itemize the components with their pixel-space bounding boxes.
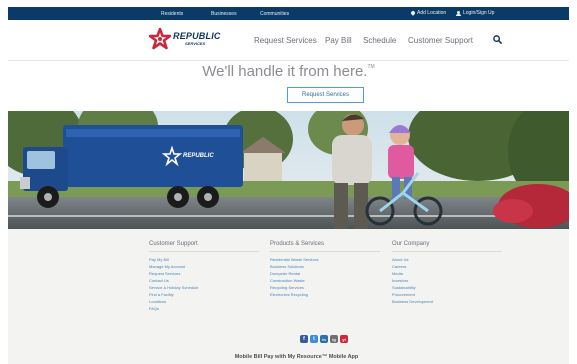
footer-link[interactable]: Locations bbox=[149, 298, 259, 305]
footer-column-our-company: Our Company About Us Careers Media Inves… bbox=[392, 241, 502, 305]
topbar-link-residents[interactable]: Residents bbox=[161, 11, 183, 17]
instagram-icon[interactable]: ig bbox=[330, 335, 338, 343]
footer-link[interactable]: Service & Holiday Schedule bbox=[149, 284, 259, 291]
top-bar: Residents Businesses Communities Add Loc… bbox=[8, 7, 569, 20]
footer-link[interactable]: Recycling Services bbox=[270, 284, 380, 291]
linkedin-icon[interactable]: in bbox=[320, 335, 328, 343]
footer-link[interactable]: Electronics Recycling bbox=[270, 291, 380, 298]
tagline-text: We'll handle it from here. bbox=[202, 63, 368, 80]
footer-link[interactable]: About Us bbox=[392, 256, 502, 263]
nav-customer-support[interactable]: Customer Support bbox=[408, 36, 473, 45]
footer-link[interactable]: Media bbox=[392, 270, 502, 277]
request-services-button[interactable]: Request Services bbox=[287, 87, 364, 103]
footer-link[interactable]: Manage My Account bbox=[149, 263, 259, 270]
hero-scene: REPUBLIC bbox=[8, 111, 569, 229]
nav-schedule[interactable]: Schedule bbox=[363, 36, 396, 45]
logo-wordmark: REPUBLIC bbox=[173, 31, 221, 41]
youtube-icon[interactable]: yt bbox=[340, 335, 348, 343]
facebook-icon[interactable]: f bbox=[300, 335, 308, 343]
truck-logo-text: REPUBLIC bbox=[183, 153, 214, 159]
user-icon bbox=[456, 10, 461, 16]
footer-column-customer-support: Customer Support Pay My Bill Manage My A… bbox=[149, 241, 259, 312]
logo-subtext: SERVICES bbox=[185, 41, 206, 46]
hero-image: REPUBLIC bbox=[8, 111, 569, 229]
page: Residents Businesses Communities Add Loc… bbox=[0, 0, 577, 364]
topbar-link-communities[interactable]: Communities bbox=[260, 11, 289, 17]
republic-services-logo[interactable]: REPUBLIC SERVICES bbox=[149, 28, 221, 50]
footer-heading: Customer Support bbox=[149, 241, 259, 252]
twitter-icon[interactable]: t bbox=[310, 335, 318, 343]
footer-link[interactable]: Sustainability bbox=[392, 284, 502, 291]
site-footer: Customer Support Pay My Bill Manage My A… bbox=[8, 229, 569, 364]
footer-link[interactable]: Careers bbox=[392, 263, 502, 270]
add-location-label: Add Location bbox=[417, 10, 447, 16]
footer-link[interactable]: Find a Facility bbox=[149, 291, 259, 298]
nav-pay-bill[interactable]: Pay Bill bbox=[325, 36, 352, 45]
footer-link[interactable]: Contact Us bbox=[149, 277, 259, 284]
footer-link[interactable]: Business Solutions bbox=[270, 263, 380, 270]
footer-link[interactable]: Business Development bbox=[392, 298, 502, 305]
hero-tagline: We'll handle it from here.TM bbox=[8, 63, 569, 80]
footer-heading: Products & Services bbox=[270, 241, 380, 252]
footer-link[interactable]: Procurement bbox=[392, 291, 502, 298]
nav-request-services[interactable]: Request Services bbox=[254, 36, 317, 45]
footer-link[interactable]: Pay My Bill bbox=[149, 256, 259, 263]
search-icon[interactable] bbox=[493, 35, 502, 44]
footer-link[interactable]: Investors bbox=[392, 277, 502, 284]
login-label: Login/Sign Up bbox=[463, 10, 495, 16]
footer-heading: Our Company bbox=[392, 241, 502, 252]
footer-link[interactable]: FAQs bbox=[149, 305, 259, 312]
footer-link[interactable]: Request Services bbox=[149, 270, 259, 277]
location-pin-icon bbox=[410, 10, 416, 16]
footer-link[interactable]: Residential Waste Services bbox=[270, 256, 380, 263]
login-link[interactable]: Login/Sign Up bbox=[456, 10, 494, 16]
trademark-mark: TM bbox=[367, 64, 375, 70]
site-header: REPUBLIC SERVICES Request Services Pay B… bbox=[8, 20, 569, 61]
footer-link[interactable]: Dumpster Rental bbox=[270, 270, 380, 277]
social-links: f t in ig yt bbox=[300, 335, 348, 343]
footer-link[interactable]: Construction Waste bbox=[270, 277, 380, 284]
add-location-link[interactable]: Add Location bbox=[410, 10, 447, 16]
topbar-link-businesses[interactable]: Businesses bbox=[211, 11, 237, 17]
mobile-app-promo[interactable]: Mobile Bill Pay with My Resource™ Mobile… bbox=[16, 354, 577, 360]
footer-column-products-services: Products & Services Residential Waste Se… bbox=[270, 241, 380, 298]
republic-star-icon bbox=[149, 28, 171, 50]
